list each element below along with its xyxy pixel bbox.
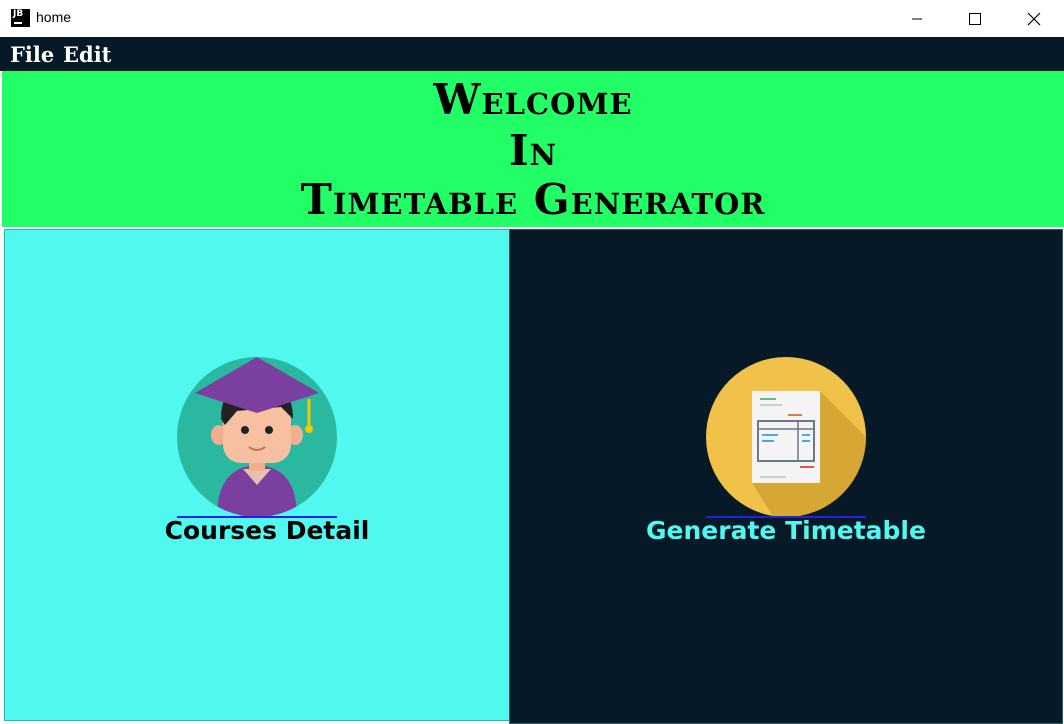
minimize-button[interactable] bbox=[894, 0, 940, 37]
banner-app-name: Timetable Generator bbox=[300, 175, 766, 224]
welcome-banner: Welcome In Timetable Generator bbox=[2, 71, 1064, 227]
banner-line-3: Timetable Generator bbox=[2, 175, 1064, 224]
courses-detail-label[interactable]: Courses Detail bbox=[160, 516, 374, 545]
maximize-icon bbox=[969, 12, 981, 25]
banner-line-1: Welcome bbox=[2, 75, 1064, 124]
banner-in: In bbox=[508, 126, 558, 175]
minimize-icon bbox=[912, 18, 922, 19]
banner-welcome: Welcome bbox=[433, 75, 633, 124]
maximize-button[interactable] bbox=[952, 0, 998, 37]
close-button[interactable] bbox=[1011, 0, 1057, 37]
menu-file[interactable]: File bbox=[10, 42, 54, 67]
banner-line-2: In bbox=[2, 126, 1064, 175]
app-logo-icon: JB bbox=[11, 9, 30, 27]
menu-edit[interactable]: Edit bbox=[63, 42, 111, 67]
window-titlebar: JB home bbox=[0, 0, 1064, 37]
menu-bar bbox=[0, 37, 1064, 71]
window-title: home bbox=[36, 9, 72, 25]
timetable-document-icon bbox=[706, 357, 866, 517]
generate-timetable-label[interactable]: Generate Timetable bbox=[640, 516, 932, 545]
graduate-student-icon bbox=[177, 357, 337, 517]
close-icon bbox=[1027, 12, 1041, 25]
app-logo-text: JB bbox=[13, 9, 24, 19]
